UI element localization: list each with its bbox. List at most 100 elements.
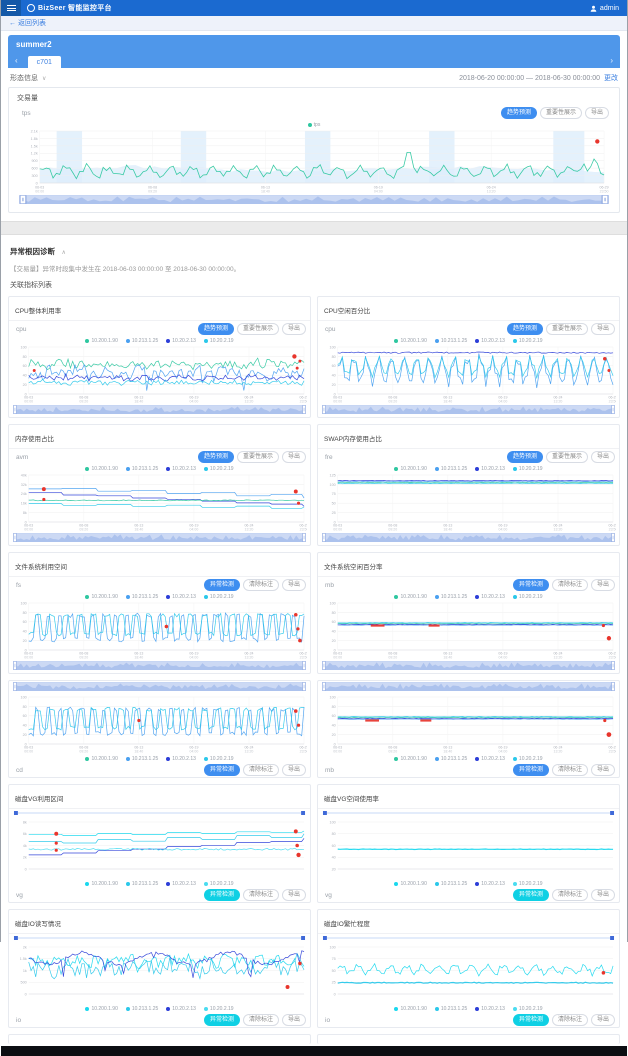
chart-canvas[interactable]: 8k6k4k2k0: [12, 819, 307, 879]
legend-item[interactable]: 10.200.1.90: [394, 756, 426, 762]
export-button[interactable]: 导出: [282, 764, 306, 776]
secondary-action-button[interactable]: 清除标注: [243, 764, 279, 776]
datazoom-track[interactable]: [13, 533, 306, 542]
export-button[interactable]: 导出: [282, 1014, 306, 1026]
legend-item[interactable]: 10.213.1.25: [435, 1006, 467, 1012]
secondary-action-button[interactable]: 重要性展示: [546, 323, 588, 335]
user-menu[interactable]: admin: [590, 5, 619, 12]
legend-item[interactable]: 10.20.2.13: [166, 594, 196, 600]
legend-item[interactable]: 10.200.1.90: [394, 466, 426, 472]
legend-item[interactable]: 10.20.2.19: [513, 338, 543, 344]
datazoom-track[interactable]: [19, 195, 609, 204]
legend-item[interactable]: 10.213.1.25: [126, 466, 158, 472]
tabs-next-chevron-icon[interactable]: ›: [608, 54, 615, 68]
datazoom-slider[interactable]: [318, 934, 619, 944]
legend-item[interactable]: 10.20.2.13: [166, 881, 196, 887]
legend-item[interactable]: 10.20.2.19: [204, 881, 234, 887]
primary-action-button[interactable]: 异常检测: [204, 579, 240, 591]
secondary-action-button[interactable]: 清除标注: [243, 889, 279, 901]
legend-item[interactable]: 10.213.1.25: [126, 881, 158, 887]
legend-item[interactable]: 10.213.1.25: [435, 338, 467, 344]
primary-action-button[interactable]: 异常检测: [513, 579, 549, 591]
datazoom-slider[interactable]: [9, 809, 310, 819]
secondary-action-button[interactable]: 清除标注: [552, 579, 588, 591]
legend-item[interactable]: 10.200.1.90: [394, 338, 426, 344]
primary-action-button[interactable]: 异常检测: [204, 1014, 240, 1026]
chart-canvas[interactable]: 40k32k24k16k8k006-0300:0006-0809:2006-13…: [12, 472, 307, 532]
datazoom-track[interactable]: [322, 533, 615, 542]
chart-canvas[interactable]: 2k1.5k1k5000: [12, 944, 307, 1004]
legend-item[interactable]: 10.200.1.90: [394, 1006, 426, 1012]
datazoom-slider[interactable]: [318, 532, 619, 545]
primary-action-button[interactable]: 异常检测: [204, 764, 240, 776]
datazoom-minitrack[interactable]: [322, 810, 615, 816]
legend-item[interactable]: 10.200.1.90: [85, 594, 117, 600]
legend-item[interactable]: 10.213.1.25: [126, 594, 158, 600]
primary-action-button[interactable]: 异常检测: [513, 764, 549, 776]
primary-action-button[interactable]: 异常检测: [513, 1014, 549, 1026]
legend-item[interactable]: 10.20.2.19: [204, 756, 234, 762]
datazoom-track[interactable]: [322, 682, 615, 691]
legend-item[interactable]: 10.213.1.25: [435, 466, 467, 472]
chart-canvas[interactable]: 10080604020: [321, 819, 616, 879]
datazoom-slider[interactable]: [9, 532, 310, 545]
legend-item[interactable]: 10.20.2.19: [204, 1006, 234, 1012]
export-button[interactable]: 导出: [282, 579, 306, 591]
export-button[interactable]: 导出: [591, 1014, 615, 1026]
tabs-prev-chevron-icon[interactable]: ‹: [13, 54, 20, 68]
legend-item[interactable]: 10.213.1.25: [435, 756, 467, 762]
tab-c701[interactable]: c701: [28, 56, 61, 68]
primary-action-button[interactable]: 趋势预测: [507, 323, 543, 335]
datazoom-minitrack[interactable]: [13, 935, 306, 941]
legend-item[interactable]: 10.213.1.25: [126, 338, 158, 344]
legend-item[interactable]: 10.20.2.13: [475, 881, 505, 887]
legend-item[interactable]: 10.213.1.25: [126, 1006, 158, 1012]
chart-canvas[interactable]: 10080604020006-0300:0006-0809:2006-1318:…: [12, 694, 307, 754]
export-button[interactable]: 导出: [591, 889, 615, 901]
legend-item[interactable]: 10.20.2.13: [475, 756, 505, 762]
datazoom-slider[interactable]: [15, 194, 613, 207]
primary-action-button[interactable]: 趋势预测: [198, 451, 234, 463]
legend-item[interactable]: 10.213.1.25: [435, 594, 467, 600]
secondary-action-button[interactable]: 重要性展示: [546, 451, 588, 463]
datazoom-slider[interactable]: [318, 660, 619, 673]
legend-item[interactable]: 10.20.2.13: [166, 1006, 196, 1012]
secondary-action-button[interactable]: 重要性展示: [237, 323, 279, 335]
legend-item[interactable]: 10.20.2.19: [513, 881, 543, 887]
change-date-link[interactable]: 更改: [604, 73, 618, 83]
chart-canvas[interactable]: 10080604020006-0300:0006-0809:2006-1318:…: [321, 600, 616, 660]
secondary-action-button[interactable]: 清除标注: [243, 1014, 279, 1026]
chart-canvas[interactable]: 125100755025006-0300:0006-0809:2006-1318…: [321, 472, 616, 532]
datazoom-slider[interactable]: [318, 809, 619, 819]
legend-item[interactable]: 10.200.1.90: [85, 466, 117, 472]
back-link[interactable]: ← 返回列表: [9, 18, 46, 28]
chart-canvas[interactable]: 10080604020006-0300:0006-0809:2006-1318:…: [12, 344, 307, 404]
secondary-action-button[interactable]: 清除标注: [243, 579, 279, 591]
legend-item[interactable]: tps: [308, 122, 321, 128]
chart-canvas[interactable]: 10080604020006-0300:0006-0809:2006-1318:…: [321, 694, 616, 754]
export-button[interactable]: 导出: [282, 451, 306, 463]
chart-canvas[interactable]: 2.1k1.8k1.5k1.2k900600300006-0300:0006-0…: [18, 128, 610, 194]
datazoom-minitrack[interactable]: [322, 935, 615, 941]
legend-item[interactable]: 10.20.2.19: [204, 466, 234, 472]
legend-item[interactable]: 10.213.1.25: [435, 881, 467, 887]
legend-item[interactable]: 10.20.2.13: [475, 466, 505, 472]
export-button[interactable]: 导出: [591, 451, 615, 463]
legend-item[interactable]: 10.20.2.19: [513, 756, 543, 762]
legend-item[interactable]: 10.200.1.90: [394, 594, 426, 600]
primary-action-button[interactable]: 趋势预测: [198, 323, 234, 335]
datazoom-slider[interactable]: [9, 681, 310, 694]
secondary-action-button[interactable]: 重要性展示: [540, 107, 582, 119]
legend-item[interactable]: 10.200.1.90: [394, 881, 426, 887]
legend-item[interactable]: 10.213.1.25: [126, 756, 158, 762]
secondary-action-button[interactable]: 清除标注: [552, 1014, 588, 1026]
datazoom-slider[interactable]: [9, 660, 310, 673]
legend-item[interactable]: 10.20.2.13: [166, 338, 196, 344]
primary-action-button[interactable]: 趋势预测: [507, 451, 543, 463]
legend-item[interactable]: 10.20.2.19: [513, 1006, 543, 1012]
datazoom-minitrack[interactable]: [13, 810, 306, 816]
chart-canvas[interactable]: 10080604020006-0300:0006-0809:2006-1318:…: [12, 600, 307, 660]
legend-item[interactable]: 10.20.2.13: [166, 466, 196, 472]
datazoom-slider[interactable]: [318, 681, 619, 694]
export-button[interactable]: 导出: [282, 323, 306, 335]
